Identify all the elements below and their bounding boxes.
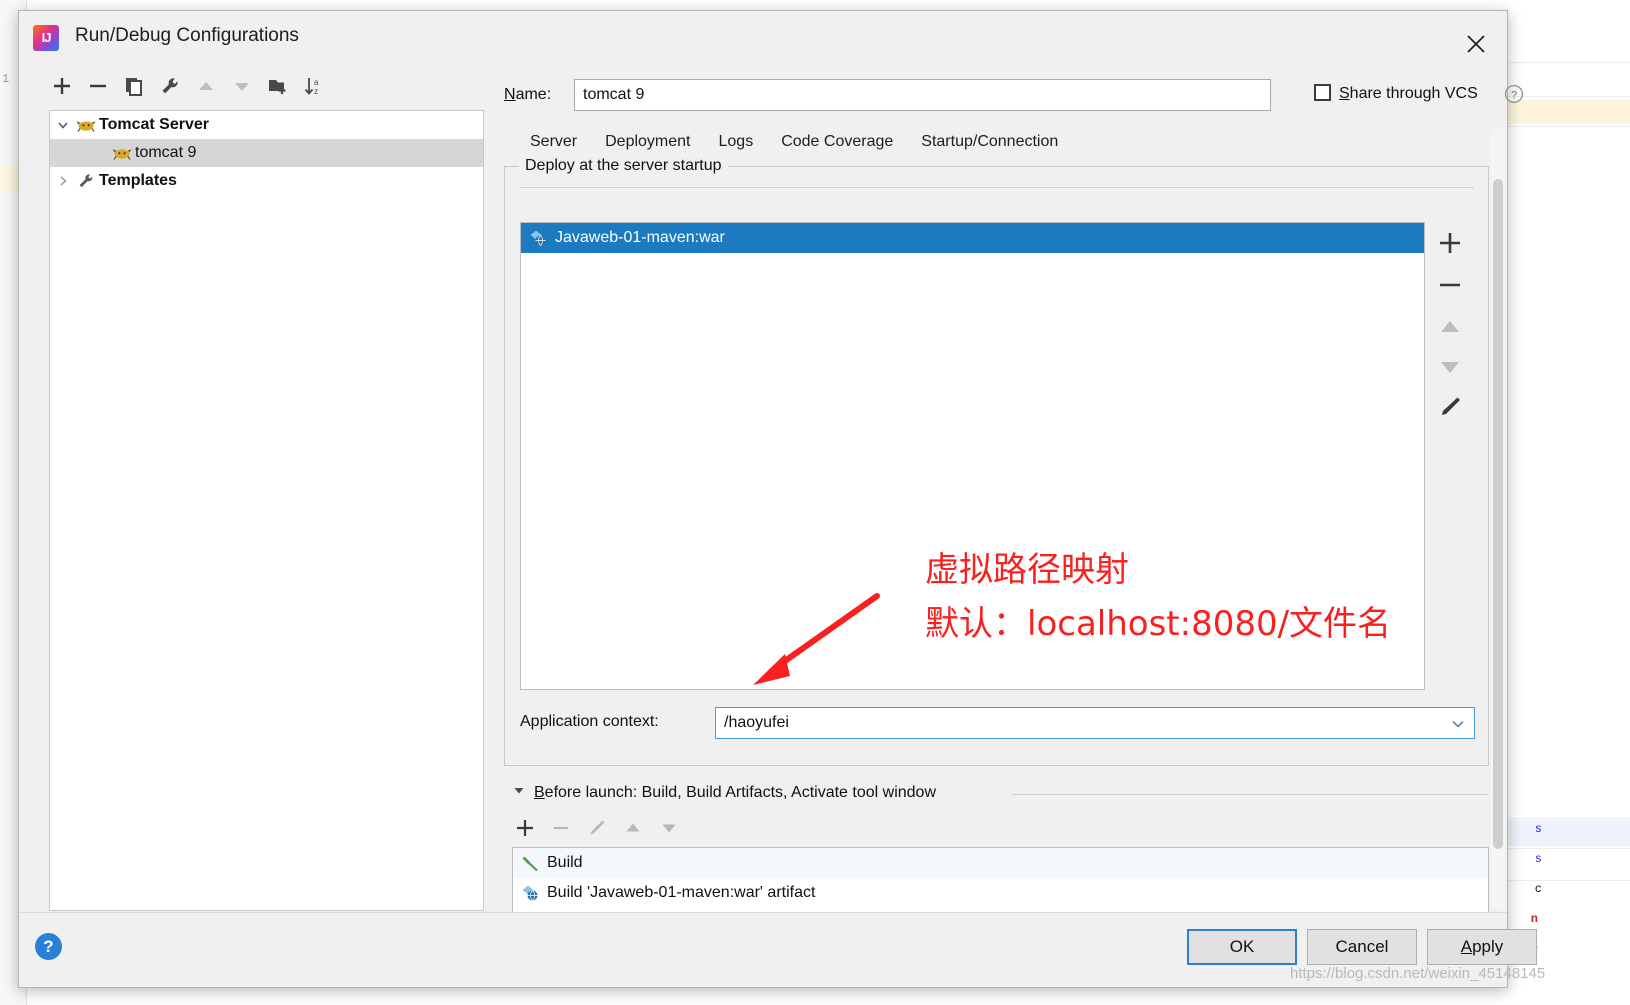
name-row: Name: tomcat 9 Share through VCS ? — [504, 79, 1524, 113]
edit-task-button[interactable] — [584, 815, 610, 841]
svg-text:a: a — [314, 78, 319, 87]
list-item[interactable]: Javaweb-01-maven:war — [521, 223, 1424, 253]
tree-item-tomcat-9[interactable]: tomcat 9 — [50, 139, 483, 167]
move-artifact-down-button[interactable] — [1433, 350, 1467, 384]
remove-configuration-button[interactable] — [85, 73, 111, 99]
before-launch-toolbar — [512, 815, 712, 845]
gutter-line-number: 1 — [2, 72, 10, 86]
tab-code-coverage[interactable]: Code Coverage — [767, 129, 907, 161]
code-fragment: n — [1530, 912, 1538, 926]
folder-add-icon[interactable] — [265, 73, 291, 99]
task-label: Build 'Javaweb-01-maven:war' artifact — [547, 884, 816, 901]
remove-task-button[interactable] — [548, 815, 574, 841]
share-vcs-label[interactable]: Share through VCS — [1339, 85, 1478, 103]
ok-button[interactable]: OK — [1187, 929, 1297, 965]
question-circle-icon[interactable]: ? — [1504, 84, 1524, 104]
add-artifact-button[interactable] — [1433, 226, 1467, 260]
move-task-up-button[interactable] — [620, 815, 646, 841]
name-label: Name: — [504, 86, 552, 103]
tree-item-label: Templates — [99, 172, 177, 189]
application-context-row: Application context: /haoyufei — [520, 707, 1475, 739]
intellij-idea-icon: IJ — [33, 25, 59, 51]
tree-item-templates[interactable]: Templates — [50, 167, 483, 195]
tree-item-tomcat-server[interactable]: Tomcat Server — [50, 111, 483, 139]
before-launch-task-list[interactable]: Build Build 'Javaweb-01-maven:war' artif… — [512, 847, 1489, 913]
dialog-scrollbar[interactable] — [1491, 129, 1505, 909]
group-divider — [519, 187, 1474, 188]
apply-button[interactable]: Apply — [1427, 929, 1537, 965]
before-launch-title: Before launch: Build, Build Artifacts, A… — [534, 783, 936, 801]
dialog-footer: ? OK Cancel Apply — [19, 912, 1537, 987]
wrench-icon — [76, 172, 96, 190]
code-fragment: c — [1534, 882, 1542, 896]
tab-startup-connection[interactable]: Startup/Connection — [907, 129, 1072, 161]
svg-text:?: ? — [1511, 89, 1517, 101]
edit-artifact-button[interactable] — [1433, 390, 1467, 424]
task-label: Build — [547, 854, 583, 871]
remove-artifact-button[interactable] — [1433, 268, 1467, 302]
close-icon[interactable] — [1463, 31, 1489, 57]
list-item[interactable]: Build 'Javaweb-01-maven:war' artifact — [513, 878, 1488, 908]
tree-item-label: Tomcat Server — [99, 116, 209, 133]
chevron-down-icon[interactable] — [50, 118, 76, 132]
tomcat-icon — [76, 116, 96, 134]
scrollbar-thumb[interactable] — [1493, 179, 1503, 849]
move-artifact-up-button[interactable] — [1433, 310, 1467, 344]
deploy-group-title: Deploy at the server startup — [519, 157, 728, 175]
deployment-panel: Deploy at the server startup Javaweb-01-… — [504, 157, 1489, 766]
run-debug-configurations-dialog: IJ Run/Debug Configurations a z Tomcat S… — [18, 10, 1537, 988]
triangle-down-icon[interactable] — [512, 783, 526, 802]
hammer-icon — [521, 854, 541, 872]
copy-configuration-button[interactable] — [121, 73, 147, 99]
application-context-combo[interactable]: /haoyufei — [715, 707, 1475, 739]
svg-text:z: z — [314, 87, 318, 96]
chevron-right-icon[interactable] — [50, 174, 76, 188]
dialog-title: Run/Debug Configurations — [75, 25, 299, 46]
code-fragment: s — [1534, 822, 1542, 836]
before-launch-header[interactable]: Before launch: Build, Build Artifacts, A… — [512, 783, 936, 802]
artifact-label: Javaweb-01-maven:war — [555, 229, 725, 246]
question-circle-icon[interactable]: ? — [35, 933, 62, 960]
arrow-down-left-icon — [753, 593, 880, 685]
dialog-titlebar: IJ Run/Debug Configurations — [19, 11, 1507, 65]
code-fragment: s — [1534, 852, 1542, 866]
deploy-list-toolbar — [1427, 222, 1474, 690]
annotation-line-1: 虚拟路径映射 — [925, 550, 1129, 590]
artifact-war-icon — [529, 229, 549, 247]
application-context-label: Application context: — [520, 713, 659, 730]
configurations-toolbar: a z — [49, 73, 349, 107]
move-down-button[interactable] — [229, 73, 255, 99]
move-up-button[interactable] — [193, 73, 219, 99]
tomcat-icon — [112, 144, 132, 162]
before-launch-section: Before launch: Build, Build Artifacts, A… — [504, 783, 1489, 913]
move-task-down-button[interactable] — [656, 815, 682, 841]
add-task-button[interactable] — [512, 815, 538, 841]
ide-right-panel: s s c n 5 — [1505, 0, 1630, 1005]
add-configuration-button[interactable] — [49, 73, 75, 99]
share-vcs-checkbox[interactable] — [1314, 84, 1331, 101]
wrench-icon[interactable] — [157, 73, 183, 99]
artifact-war-icon — [521, 884, 541, 902]
watermark: https://blog.csdn.net/weixin_45148145 — [1290, 965, 1546, 982]
annotation-line-2: 默认：localhost:8080/文件名 — [925, 604, 1392, 644]
sort-az-icon[interactable]: a z — [301, 73, 327, 99]
configurations-tree[interactable]: Tomcat Server tomcat 9 Templates — [49, 110, 484, 911]
list-item[interactable]: Build — [513, 848, 1488, 878]
before-launch-divider — [1012, 794, 1489, 795]
chevron-down-icon[interactable] — [1450, 717, 1466, 735]
cancel-button[interactable]: Cancel — [1307, 929, 1417, 965]
application-context-input[interactable]: /haoyufei — [724, 708, 789, 738]
name-input[interactable]: tomcat 9 — [574, 79, 1271, 111]
tree-item-label: tomcat 9 — [135, 144, 197, 161]
right-highlight-blue — [1505, 820, 1630, 846]
